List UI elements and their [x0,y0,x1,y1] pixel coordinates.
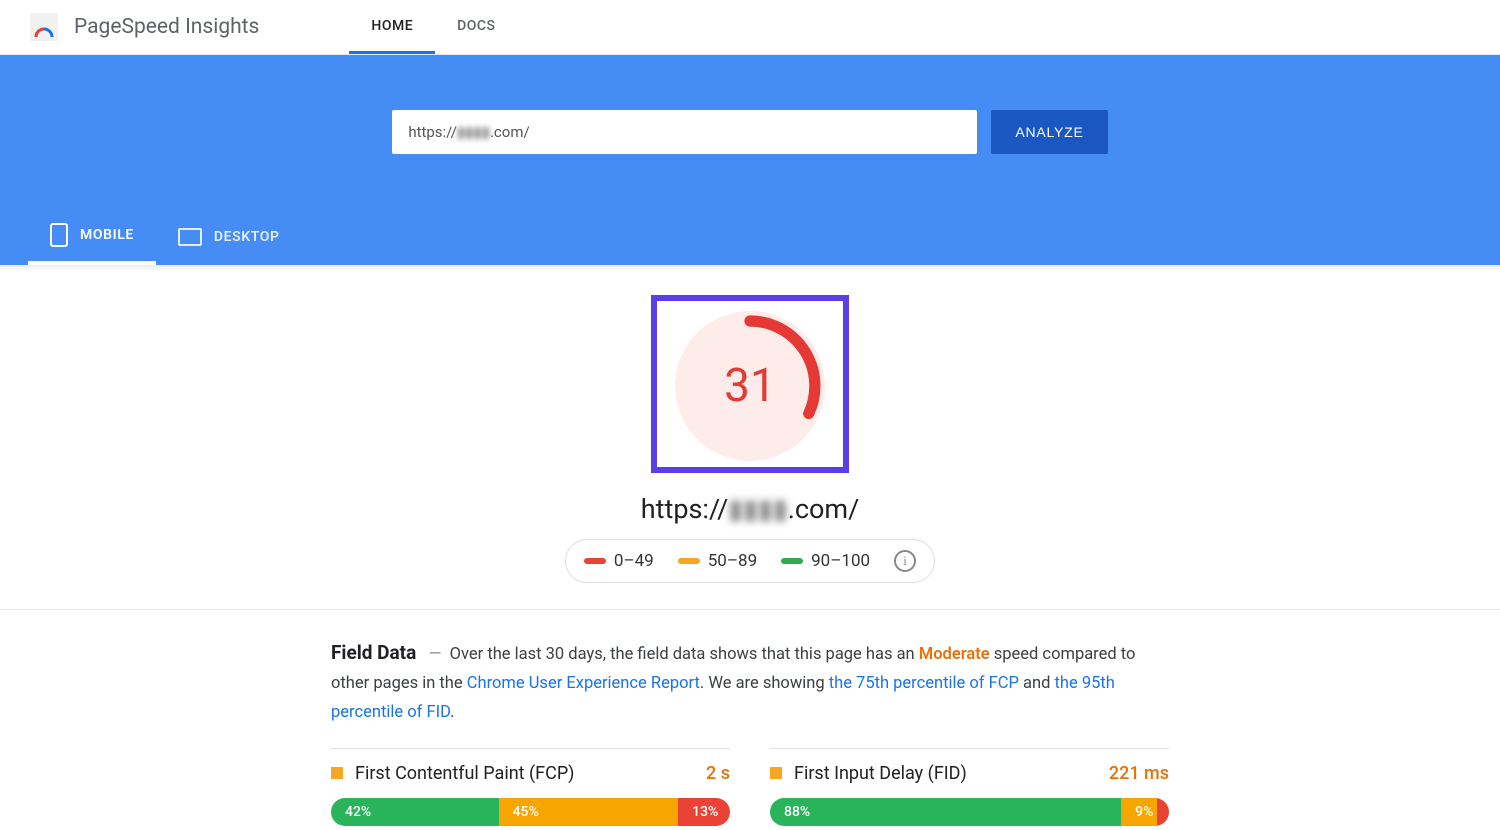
link-crux[interactable]: Chrome User Experience Report [467,674,700,693]
tested-url-masked: ▮▮▮▮ [728,493,787,525]
score-legend: 0–49 50–89 90–100 i [565,539,935,583]
app-title: PageSpeed Insights [74,15,259,39]
link-75th-fcp[interactable]: the 75th percentile of FCP [829,674,1019,693]
score-section: 31 https://▮▮▮▮.com/ 0–49 50–89 90–100 i [0,271,1500,583]
legend-orange: 50–89 [678,551,757,571]
score-gauge: 31 [675,311,825,461]
tab-docs[interactable]: DOCS [435,0,517,54]
device-tabs: MOBILE DESKTOP [0,209,1500,265]
tab-mobile-label: MOBILE [80,227,134,243]
legend-orange-icon [678,558,700,564]
legend-orange-label: 50–89 [708,551,757,571]
legend-red-icon [584,558,606,564]
metric-fcp-header: First Contentful Paint (FCP) 2 s [331,763,730,784]
desktop-icon [178,228,202,246]
legend-green-icon [781,558,803,564]
fcp-seg-avg: 45% [499,798,679,826]
info-icon[interactable]: i [894,550,916,572]
metric-fid-header: First Input Delay (FID) 221 ms [770,763,1169,784]
fcp-seg-slow: 13% [678,798,730,826]
hero-banner: https://▮▮▮▮.com/ ANALYZE MOBILE DESKTOP [0,55,1500,265]
url-value-prefix: https:// [408,123,457,141]
top-bar: PageSpeed Insights HOME DOCS [0,0,1500,55]
fcp-status-icon [331,767,343,779]
tested-url-prefix: https:// [641,493,729,525]
legend-green: 90–100 [781,551,870,571]
fid-distribution-bar: 88% 9% 3% [770,798,1169,826]
tested-url-suffix: .com/ [788,493,859,525]
fid-status-icon [770,767,782,779]
fid-value: 221 ms [1109,763,1169,784]
tab-mobile[interactable]: MOBILE [28,209,156,265]
field-dash: — [429,645,442,664]
fcp-seg-fast: 42% [331,798,499,826]
analyze-button[interactable]: ANALYZE [991,110,1107,154]
metric-fid: First Input Delay (FID) 221 ms 88% 9% 3% [770,748,1169,826]
field-data-label: Field Data [331,641,416,664]
fid-seg-slow: 3% [1157,798,1169,826]
field-t3: . We are showing [700,674,829,693]
legend-red: 0–49 [584,551,654,571]
score-value: 31 [675,311,825,461]
fcp-value: 2 s [706,763,730,784]
field-data-section: Field Data — Over the last 30 days, the … [331,610,1169,826]
tab-desktop-label: DESKTOP [214,229,280,245]
legend-red-label: 0–49 [614,551,654,571]
tested-url: https://▮▮▮▮.com/ [0,493,1500,525]
fid-name: First Input Delay (FID) [794,763,1097,784]
fcp-distribution-bar: 42% 45% 13% [331,798,730,826]
fid-seg-avg: 9% [1121,798,1157,826]
field-t4: and [1019,674,1055,693]
logo-group: PageSpeed Insights [30,13,259,41]
top-tabs: HOME DOCS [349,0,517,54]
metric-fcp: First Contentful Paint (FCP) 2 s 42% 45%… [331,748,730,826]
url-input[interactable]: https://▮▮▮▮.com/ [392,110,977,154]
fcp-name: First Contentful Paint (FCP) [355,763,694,784]
legend-green-label: 90–100 [811,551,870,571]
mobile-icon [50,223,68,247]
field-data-description: Field Data — Over the last 30 days, the … [331,636,1169,728]
tab-desktop[interactable]: DESKTOP [156,209,302,265]
metrics-row: First Contentful Paint (FCP) 2 s 42% 45%… [331,748,1169,826]
field-t5: . [450,703,454,722]
url-value-masked: ▮▮▮▮ [457,123,490,141]
search-row: https://▮▮▮▮.com/ ANALYZE [0,110,1500,154]
tab-home[interactable]: HOME [349,0,435,54]
field-t1: Over the last 30 days, the field data sh… [450,645,919,664]
pagespeed-logo-icon [30,13,58,41]
score-highlight-box: 31 [651,295,849,473]
field-moderate: Moderate [919,645,990,664]
url-value-suffix: .com/ [490,123,530,141]
fid-seg-fast: 88% [770,798,1121,826]
